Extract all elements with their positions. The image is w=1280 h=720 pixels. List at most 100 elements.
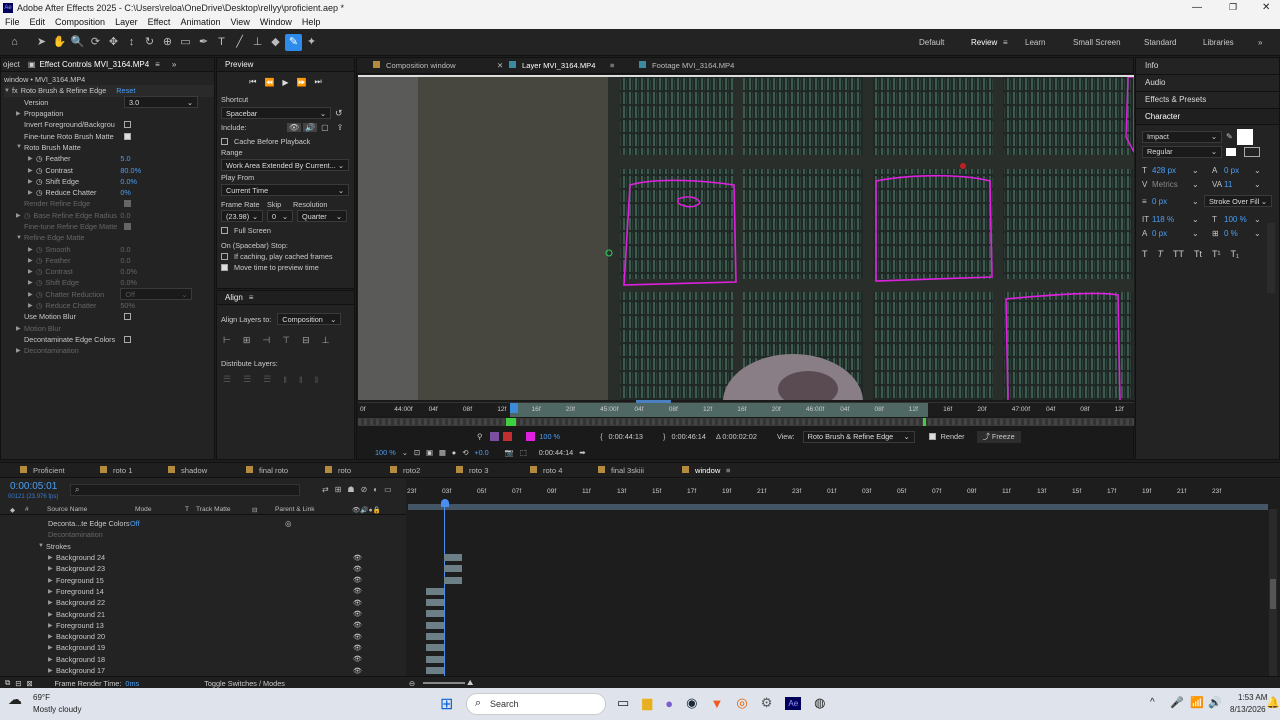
align-hcenter-icon[interactable]: ⊞ [243, 335, 251, 346]
expand-icon[interactable]: ▶ [48, 599, 56, 606]
stopwatch-icon[interactable]: ◷ [36, 290, 42, 299]
stopwatch-icon[interactable]: ◷ [36, 177, 42, 186]
version-dropdown[interactable]: 3.0 ⌄ [124, 96, 198, 109]
effect-header-row[interactable]: ▼ fx Roto Brush & Refine Edge Reset [4, 85, 214, 97]
expand-icon[interactable]: ▶ [48, 611, 56, 618]
chatter-reduction-dropdown[interactable]: Off ⌄ [120, 288, 193, 301]
panel-menu-icon[interactable]: ≡ [726, 466, 730, 475]
table-row[interactable]: Deconta...te Edge Colors Off ◎ [0, 518, 406, 529]
fit-icon[interactable]: ⊡ [414, 448, 420, 457]
visibility-eye-icon[interactable]: 👁 [353, 565, 362, 573]
subscript-icon[interactable]: T₁ [1231, 249, 1240, 259]
leading-value[interactable]: 0 px [1224, 166, 1254, 175]
superscript-icon[interactable]: T¹ [1212, 249, 1221, 259]
skip-dropdown[interactable]: 0 ⌄ [267, 210, 293, 222]
clone-stamp-tool-icon[interactable]: ⊥ [249, 34, 266, 51]
stopwatch-icon[interactable]: ◷ [36, 301, 42, 310]
info-panel-tab[interactable]: Info [1136, 58, 1279, 75]
timeline-tab-3[interactable]: final roto [246, 466, 288, 475]
stroke-bar[interactable] [444, 576, 462, 584]
layer-switches-icon[interactable]: ⧉ [5, 678, 10, 688]
span-start-handle[interactable] [506, 418, 516, 426]
align-to-dropdown[interactable]: Composition ⌄ [277, 313, 342, 325]
expand-icon[interactable]: ▶ [48, 644, 56, 651]
tab-layer[interactable]: Layer MVI_3164.MP4 [509, 61, 595, 70]
collapse-icon[interactable]: ▼ [16, 235, 24, 241]
expand-icon[interactable]: ▶ [28, 246, 36, 253]
expand-icon[interactable]: ▶ [48, 656, 56, 663]
current-timecode[interactable]: 0:00:05:01 [10, 481, 57, 492]
brush-tool-icon[interactable]: ╱ [231, 34, 248, 51]
notification-bell-icon[interactable]: 🔔 [1266, 696, 1280, 709]
lock-icon[interactable]: ▣ [28, 60, 36, 69]
table-row[interactable]: ▶ Background 24 👁 [0, 552, 406, 563]
collapse-icon[interactable]: ▼ [16, 144, 24, 150]
draft-3d-icon[interactable]: ⊞ [335, 485, 342, 494]
graph-editor-icon[interactable]: ▭ [384, 485, 392, 494]
stroke-bar[interactable] [426, 587, 444, 595]
expand-icon[interactable]: ▶ [48, 554, 56, 561]
timeline-scrollbar[interactable] [1269, 509, 1277, 677]
motion-blur-checkbox[interactable] [124, 313, 131, 321]
motion-blur2-row[interactable]: ▶ Motion Blur [4, 323, 214, 334]
distribute-top-icon[interactable]: ☰ [223, 374, 231, 385]
anchor-tool-icon[interactable]: ⊕ [159, 34, 176, 51]
project-tab[interactable]: oject [3, 60, 20, 69]
weather-label[interactable]: Mostly cloudy [33, 705, 81, 714]
viewer-timecode[interactable]: 0:00:44:14 [539, 448, 574, 457]
menu-edit[interactable]: Edit [25, 17, 51, 27]
close-button[interactable]: ✕ [1262, 2, 1270, 13]
roto-matte-row[interactable]: ▼ Roto Brush Matte [4, 142, 214, 153]
roto-icon[interactable] [490, 432, 500, 441]
stopwatch-icon[interactable]: ◷ [36, 154, 42, 163]
eraser-tool-icon[interactable]: ◆ [267, 34, 284, 51]
in-out-icon[interactable]: ⊠ [26, 679, 32, 688]
exposure-value[interactable]: +0.0 [474, 448, 488, 457]
expand-icon[interactable]: ▶ [28, 291, 36, 298]
resolution-dropdown[interactable]: Quarter ⌄ [297, 210, 347, 222]
magenta-swatch[interactable] [526, 432, 536, 441]
composition-mini-flowchart-icon[interactable]: ⇄ [322, 485, 329, 494]
clock-time[interactable]: 1:53 AM [1238, 693, 1267, 702]
stopwatch-icon[interactable]: ◷ [36, 245, 42, 254]
render-refine-checkbox[interactable] [124, 200, 131, 208]
horizontal-scale-value[interactable]: 100 % [1224, 215, 1254, 224]
table-row[interactable]: ▶ Background 18 👁 [0, 654, 406, 665]
base-radius-value[interactable]: 0.0 [120, 211, 130, 220]
stroke-bar[interactable] [444, 565, 462, 573]
export-icon[interactable]: ⇪ [337, 123, 344, 132]
stroke-bar[interactable] [426, 610, 444, 618]
shift-value[interactable]: 0.0% [120, 177, 137, 186]
stroke-width-value[interactable]: 0 px [1152, 197, 1192, 206]
stopwatch-icon[interactable]: ◷ [36, 256, 42, 265]
reduce-value[interactable]: 0% [120, 188, 131, 197]
panel-menu-icon[interactable]: ≡ [610, 61, 614, 70]
prev-frame-icon[interactable]: ⏪ [264, 78, 274, 87]
menu-file[interactable]: File [0, 17, 25, 27]
menu-composition[interactable]: Composition [50, 17, 110, 27]
span-end-handle[interactable] [923, 418, 926, 426]
table-row[interactable]: ▶ Foreground 14 👁 [0, 586, 406, 597]
show-snapshot-icon[interactable]: ⬚ [520, 448, 527, 457]
stroke-bar[interactable] [444, 553, 462, 561]
work-area-range[interactable] [408, 504, 1268, 510]
orbit-tool-icon[interactable]: ⟳ [87, 34, 104, 51]
work-area-bar[interactable] [408, 504, 1268, 510]
expand-icon[interactable]: ▶ [48, 667, 56, 674]
visibility-eye-icon[interactable]: 👁 [353, 621, 362, 629]
taskbar-search[interactable]: ⌕ Search [466, 693, 606, 715]
settings-icon[interactable]: ⚙ [761, 695, 773, 711]
menu-lines-icon[interactable]: ≡ [1003, 38, 1008, 47]
microphone-icon[interactable]: 🎤 [1170, 696, 1184, 709]
magnification-value[interactable]: 100 % [375, 448, 396, 457]
table-row[interactable]: ▶ Background 19 👁 [0, 642, 406, 653]
volume-icon[interactable]: 🔊 [1208, 696, 1222, 709]
timeline-tab-1[interactable]: roto 1 [100, 466, 132, 475]
toggle-switches-modes[interactable]: Toggle Switches / Modes [204, 679, 285, 688]
font-size-value[interactable]: 428 px [1152, 166, 1192, 175]
audio-panel-tab[interactable]: Audio [1136, 75, 1279, 92]
timeline-tab-2[interactable]: shadow [168, 466, 207, 475]
pick-whip-icon[interactable]: ◎ [285, 519, 291, 528]
reset-button[interactable]: Reset [116, 86, 135, 95]
expand-icon[interactable]: ▶ [48, 622, 56, 629]
